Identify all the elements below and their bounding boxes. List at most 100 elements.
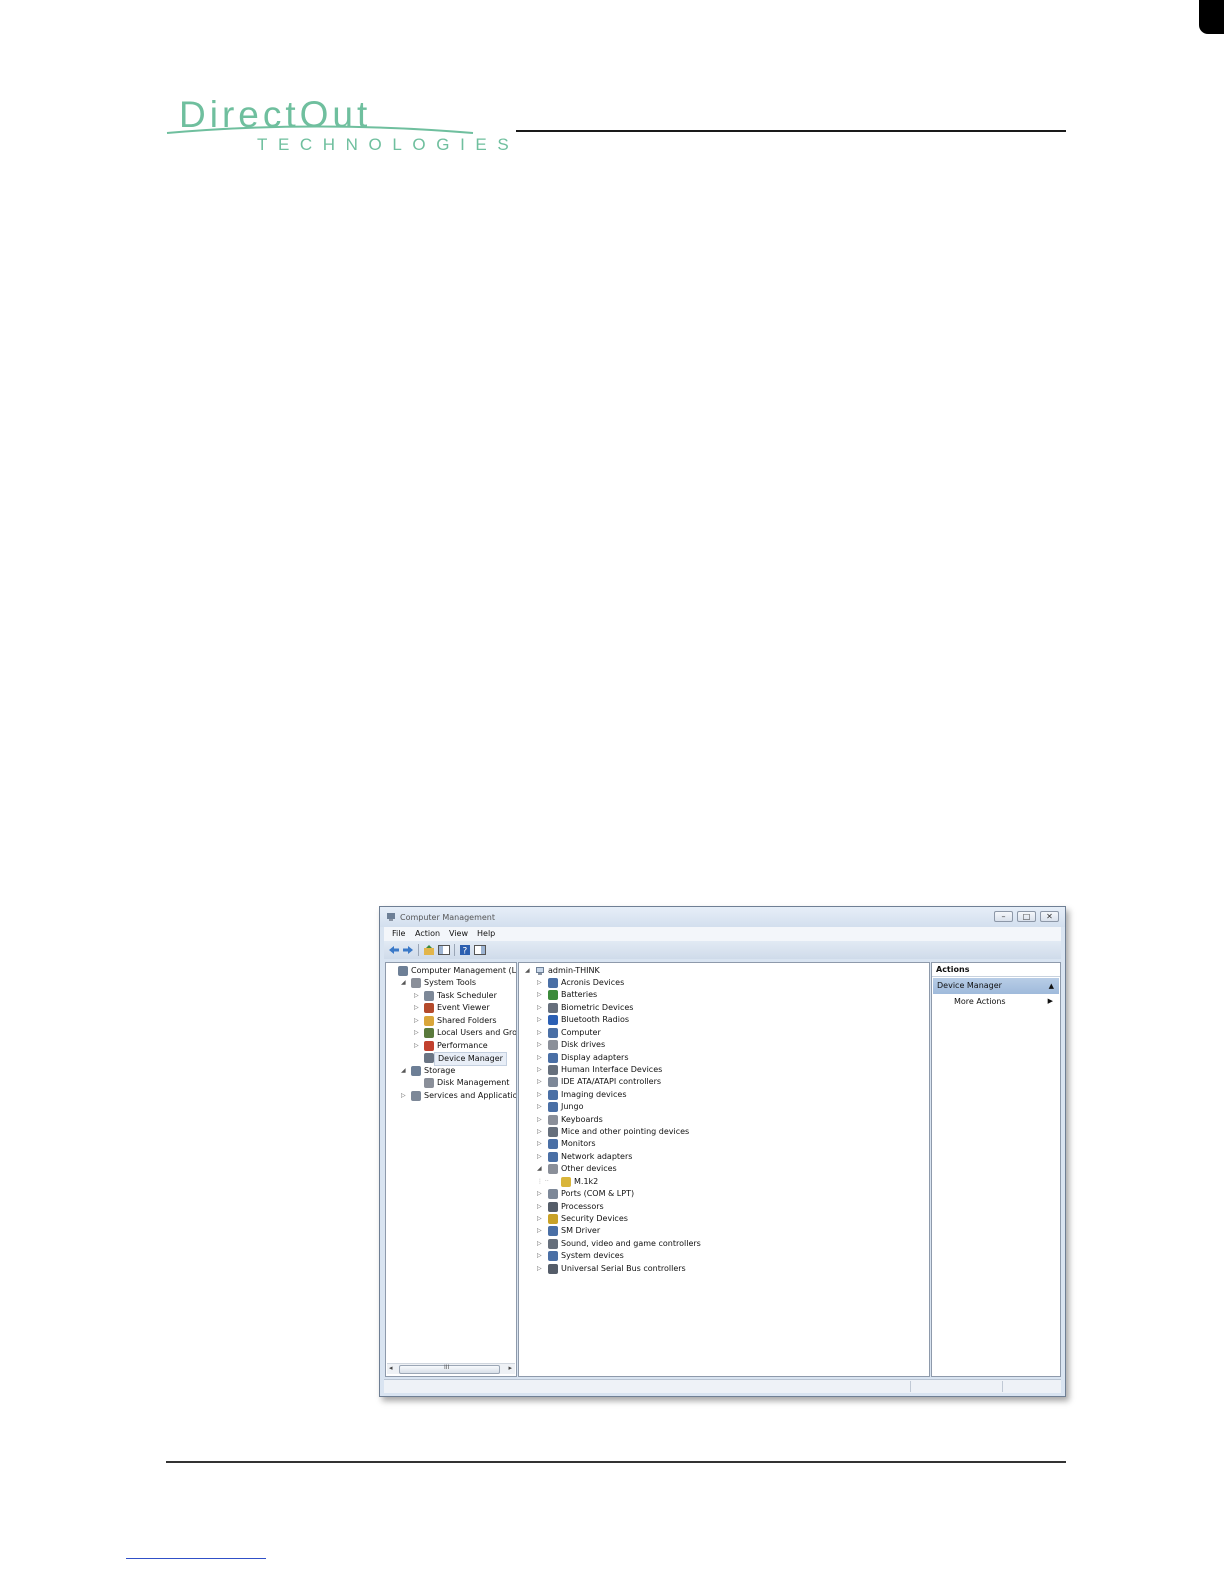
expand-arrow[interactable]: ▷ <box>537 1201 542 1213</box>
maximize-button[interactable]: □ <box>1017 911 1036 922</box>
window-title: Computer Management <box>400 913 496 922</box>
disk-management-icon <box>424 1078 434 1089</box>
title-bar[interactable]: Computer Management – □ ✕ <box>380 907 1065 927</box>
collapse-section-icon[interactable]: ▲ <box>1049 978 1054 994</box>
shared-folders-icon <box>424 1015 434 1026</box>
up-folder-icon[interactable] <box>423 944 435 956</box>
tree-item-label: Event Viewer <box>437 1003 490 1013</box>
disk-drive-icon <box>548 1040 558 1051</box>
device-category-label: M.1k2 <box>574 1176 599 1186</box>
actions-section-device-manager[interactable]: Device Manager ▲ <box>933 978 1059 994</box>
device-category-label: Computer <box>561 1027 601 1037</box>
expand-arrow[interactable]: ▷ <box>401 1090 406 1102</box>
expand-arrow[interactable]: ▷ <box>537 1188 542 1200</box>
expand-arrow[interactable]: ▷ <box>414 1015 419 1027</box>
expand-arrow[interactable]: ▷ <box>537 1039 542 1051</box>
expand-arrow[interactable]: ▷ <box>537 977 542 989</box>
menu-help[interactable]: Help <box>477 929 495 938</box>
storage-icon <box>411 1065 421 1076</box>
ide-controller-icon <box>548 1077 558 1088</box>
expand-arrow[interactable]: ▷ <box>537 1114 542 1126</box>
scroll-right-arrow[interactable]: ▸ <box>508 1364 512 1372</box>
console-tree-pane[interactable]: Computer Management (Local ◢ System Tools ▷… <box>385 962 517 1377</box>
menu-view[interactable]: View <box>449 929 468 938</box>
device-category-label: Batteries <box>561 990 598 1000</box>
more-actions-item[interactable]: More Actions <box>954 997 1006 1006</box>
expand-arrow[interactable]: ▷ <box>537 1138 542 1150</box>
device-category-label: Sound, video and game controllers <box>561 1238 701 1248</box>
show-hide-console-tree-icon[interactable] <box>438 944 450 956</box>
expand-arrow[interactable]: ▷ <box>537 1238 542 1250</box>
expand-arrow[interactable]: ◢ <box>401 1065 406 1077</box>
tree-item-label: System Tools <box>424 978 477 988</box>
device-list-pane[interactable]: ◢ admin-THINK ▷ Acronis Devices ▷ Batteries… <box>518 962 930 1377</box>
help-icon[interactable]: ? <box>459 944 471 956</box>
jungo-icon <box>548 1102 558 1113</box>
expand-arrow[interactable]: ▷ <box>537 1213 542 1225</box>
device-category-label: Universal Serial Bus controllers <box>561 1263 686 1273</box>
expand-arrow[interactable]: ▷ <box>537 1225 542 1237</box>
tree-connector: ⋮ ·· <box>537 1177 549 1185</box>
camera-icon <box>548 1089 558 1100</box>
warning-device-icon <box>561 1176 571 1187</box>
header-rule <box>516 130 1066 132</box>
forward-icon[interactable] <box>402 944 414 956</box>
horizontal-scrollbar[interactable]: ◂ III ▸ <box>387 1363 515 1374</box>
scroll-thumb[interactable]: III <box>399 1364 500 1374</box>
minimize-button[interactable]: – <box>994 911 1013 922</box>
expand-arrow[interactable]: ▷ <box>537 1002 542 1014</box>
show-hide-action-pane-icon[interactable] <box>474 944 486 956</box>
battery-icon <box>548 990 558 1001</box>
status-bar <box>384 1379 1061 1393</box>
expand-arrow[interactable]: ▷ <box>537 1151 542 1163</box>
expand-arrow[interactable]: ▷ <box>537 1052 542 1064</box>
tree-item-label: Services and Applications <box>424 1090 517 1100</box>
brand-name: DirectOut <box>179 94 372 135</box>
expand-arrow[interactable]: ▷ <box>414 1027 419 1039</box>
toolbar-separator <box>454 944 455 956</box>
expand-arrow[interactable]: ▷ <box>537 1076 542 1088</box>
status-separator <box>1002 1381 1003 1392</box>
expand-arrow[interactable]: ◢ <box>537 1163 542 1175</box>
actions-section-label: Device Manager <box>937 981 1002 990</box>
tree-item-label: Storage <box>424 1065 456 1075</box>
expand-arrow[interactable]: ▷ <box>537 1027 542 1039</box>
computer-icon <box>536 967 544 975</box>
usb-icon <box>548 1263 558 1274</box>
tree-item-label: Disk Management <box>437 1078 510 1088</box>
footer-link-underline[interactable] <box>126 1558 266 1559</box>
menu-action[interactable]: Action <box>415 929 440 938</box>
performance-icon <box>424 1040 434 1051</box>
expand-arrow[interactable]: ▷ <box>537 1263 542 1275</box>
scroll-left-arrow[interactable]: ◂ <box>389 1364 393 1372</box>
expand-arrow[interactable]: ▷ <box>537 1250 542 1262</box>
expand-arrow[interactable]: ▷ <box>414 1002 419 1014</box>
expand-arrow[interactable]: ▷ <box>414 990 419 1002</box>
expand-arrow[interactable]: ▷ <box>537 989 542 1001</box>
tree-item-label: Local Users and Groups <box>437 1028 517 1038</box>
device-category-label: Other devices <box>561 1164 617 1174</box>
unknown-device-icon <box>548 1164 558 1175</box>
users-icon <box>424 1028 434 1039</box>
speaker-icon <box>548 1238 558 1249</box>
close-button[interactable]: ✕ <box>1040 911 1059 922</box>
svg-text:?: ? <box>463 947 468 957</box>
expand-arrow[interactable]: ◢ <box>401 977 406 989</box>
expand-arrow[interactable]: ▷ <box>537 1064 542 1076</box>
device-category-label: Security Devices <box>561 1213 628 1223</box>
expand-arrow[interactable]: ▷ <box>414 1040 419 1052</box>
collapse-arrow[interactable]: ◢ <box>525 965 530 977</box>
monitor-icon <box>548 1139 558 1150</box>
submenu-arrow-icon: ▶ <box>1047 997 1053 1005</box>
device-root-label: admin-THINK <box>548 966 600 975</box>
tree-item-label: Task Scheduler <box>437 990 497 1000</box>
bluetooth-icon <box>548 1015 558 1026</box>
back-icon[interactable] <box>388 944 400 956</box>
menu-file[interactable]: File <box>392 929 405 938</box>
expand-arrow[interactable]: ▷ <box>537 1014 542 1026</box>
system-tools-icon <box>411 978 421 989</box>
expand-arrow[interactable]: ▷ <box>537 1126 542 1138</box>
expand-arrow[interactable]: ▷ <box>537 1089 542 1101</box>
expand-arrow[interactable]: ▷ <box>537 1101 542 1113</box>
footer-rule <box>166 1461 1066 1463</box>
